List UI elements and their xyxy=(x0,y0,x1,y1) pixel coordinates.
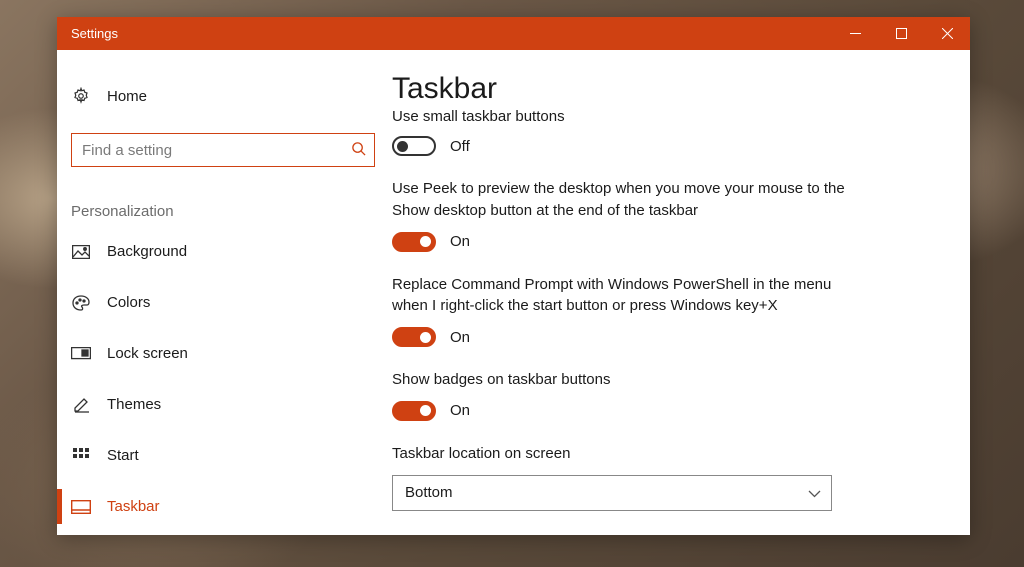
grid-icon xyxy=(71,448,91,464)
sidebar-item-taskbar[interactable]: Taskbar xyxy=(57,481,392,532)
toggle-powershell[interactable] xyxy=(392,327,436,347)
taskbar-icon xyxy=(71,500,91,514)
search-box[interactable] xyxy=(71,133,375,167)
setting-powershell: Replace Command Prompt with Windows Powe… xyxy=(392,274,930,348)
settings-window: Settings Home xyxy=(57,17,970,535)
palette-icon xyxy=(71,295,91,311)
setting-label: Use small taskbar buttons xyxy=(392,108,930,126)
setting-label: Replace Command Prompt with Windows Powe… xyxy=(392,274,852,318)
sidebar-item-lockscreen[interactable]: Lock screen xyxy=(57,328,392,379)
chevron-down-icon xyxy=(808,485,821,501)
picture-icon xyxy=(71,245,91,259)
monitor-icon xyxy=(71,347,91,361)
close-button[interactable] xyxy=(924,17,970,50)
home-nav[interactable]: Home xyxy=(57,77,392,115)
sidebar-item-background[interactable]: Background xyxy=(57,226,392,277)
setting-small-buttons: Use small taskbar buttons Off xyxy=(392,108,930,156)
toggle-badges[interactable] xyxy=(392,401,436,421)
pencil-icon xyxy=(71,397,91,413)
search-icon xyxy=(351,141,366,159)
setting-label: Taskbar location on screen xyxy=(392,443,852,465)
sidebar-item-label: Taskbar xyxy=(107,498,160,515)
page-title: Taskbar xyxy=(392,72,930,106)
nav-list: Background Colors Lock screen xyxy=(57,226,392,532)
main-panel: Taskbar Use small taskbar buttons Off Us… xyxy=(392,50,970,535)
sidebar-item-label: Start xyxy=(107,447,139,464)
sidebar-item-colors[interactable]: Colors xyxy=(57,277,392,328)
sidebar-item-themes[interactable]: Themes xyxy=(57,379,392,430)
toggle-state: On xyxy=(450,402,470,419)
sidebar-item-label: Background xyxy=(107,243,187,260)
toggle-state: On xyxy=(450,233,470,250)
sidebar-item-label: Colors xyxy=(107,294,150,311)
titlebar[interactable]: Settings xyxy=(57,17,970,50)
setting-location: Taskbar location on screen Bottom xyxy=(392,443,930,511)
setting-peek: Use Peek to preview the desktop when you… xyxy=(392,178,930,252)
gear-icon xyxy=(71,87,91,105)
search-input[interactable] xyxy=(82,142,351,159)
sidebar-item-label: Themes xyxy=(107,396,161,413)
location-dropdown[interactable]: Bottom xyxy=(392,475,832,511)
toggle-peek[interactable] xyxy=(392,232,436,252)
sidebar-item-start[interactable]: Start xyxy=(57,430,392,481)
window-title: Settings xyxy=(57,26,118,41)
setting-label: Show badges on taskbar buttons xyxy=(392,369,852,391)
toggle-state: Off xyxy=(450,138,470,155)
content-area: Home Personalization xyxy=(57,50,970,535)
setting-badges: Show badges on taskbar buttons On xyxy=(392,369,930,421)
sidebar-item-label: Lock screen xyxy=(107,345,188,362)
home-label: Home xyxy=(107,88,147,105)
minimize-button[interactable] xyxy=(832,17,878,50)
toggle-state: On xyxy=(450,329,470,346)
category-label: Personalization xyxy=(57,167,392,226)
dropdown-value: Bottom xyxy=(405,484,453,501)
setting-label: Use Peek to preview the desktop when you… xyxy=(392,178,852,222)
sidebar: Home Personalization xyxy=(57,50,392,535)
toggle-small-buttons[interactable] xyxy=(392,136,436,156)
maximize-button[interactable] xyxy=(878,17,924,50)
